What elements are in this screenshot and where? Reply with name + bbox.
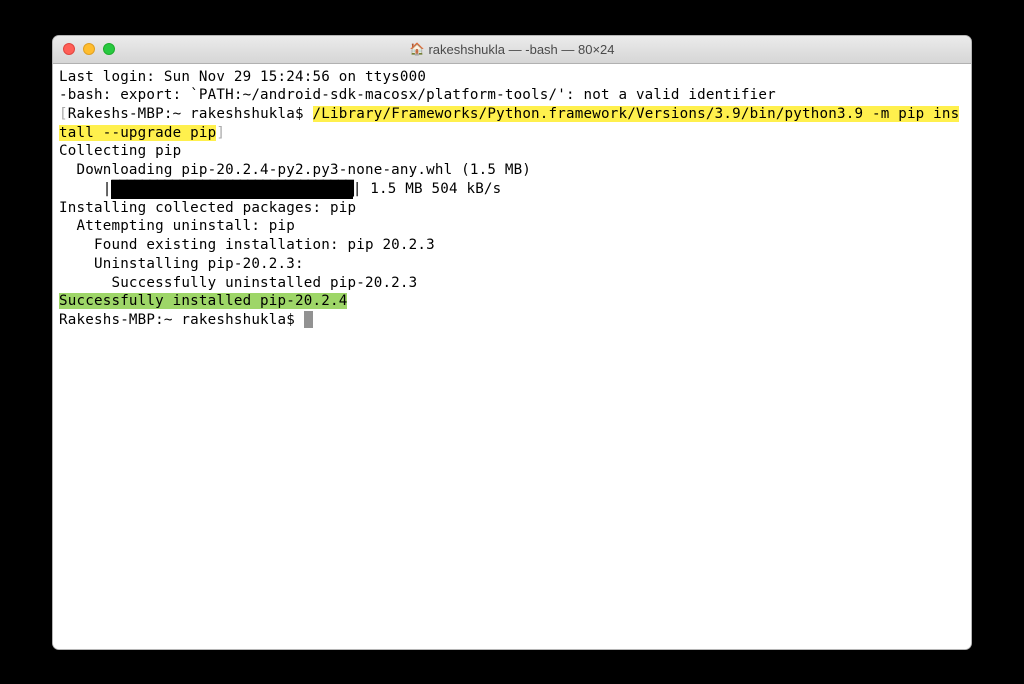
- uninstalling-line: Uninstalling pip-20.2.3:: [59, 256, 304, 272]
- attempting-line: Attempting uninstall: pip: [59, 218, 295, 234]
- success-uninstall-line: Successfully uninstalled pip-20.2.3: [59, 275, 417, 291]
- title-text: rakeshshukla — -bash — 80×24: [428, 42, 614, 57]
- home-icon: 🏠: [409, 42, 424, 56]
- minimize-button[interactable]: [83, 43, 95, 55]
- window-title: 🏠 rakeshshukla — -bash — 80×24: [53, 42, 971, 57]
- titlebar[interactable]: 🏠 rakeshshukla — -bash — 80×24: [53, 36, 971, 64]
- progress-bar: ████████████████████████████████: [111, 180, 352, 199]
- prompt-bracket-open: [: [59, 106, 68, 122]
- prompt-bracket-close: ]: [216, 125, 225, 141]
- progress-prefix: |: [59, 181, 111, 197]
- terminal-window: 🏠 rakeshshukla — -bash — 80×24 Last logi…: [52, 35, 972, 650]
- installing-line: Installing collected packages: pip: [59, 200, 356, 216]
- traffic-lights: [53, 43, 115, 55]
- maximize-button[interactable]: [103, 43, 115, 55]
- last-login-line: Last login: Sun Nov 29 15:24:56 on ttys0…: [59, 69, 426, 85]
- prompt-2: Rakeshs-MBP:~ rakeshshukla$: [59, 312, 304, 328]
- downloading-line: Downloading pip-20.2.4-py2.py3-none-any.…: [59, 162, 531, 178]
- found-line: Found existing installation: pip 20.2.3: [59, 237, 435, 253]
- cursor: [304, 311, 313, 328]
- prompt-1: Rakeshs-MBP:~ rakeshshukla$: [68, 106, 313, 122]
- bash-error-line: -bash: export: `PATH:~/android-sdk-macos…: [59, 87, 776, 103]
- collecting-line: Collecting pip: [59, 143, 181, 159]
- close-button[interactable]: [63, 43, 75, 55]
- progress-suffix: | 1.5 MB 504 kB/s: [353, 181, 502, 197]
- terminal-body[interactable]: Last login: Sun Nov 29 15:24:56 on ttys0…: [53, 64, 971, 649]
- success-install-line: Successfully installed pip-20.2.4: [59, 293, 347, 309]
